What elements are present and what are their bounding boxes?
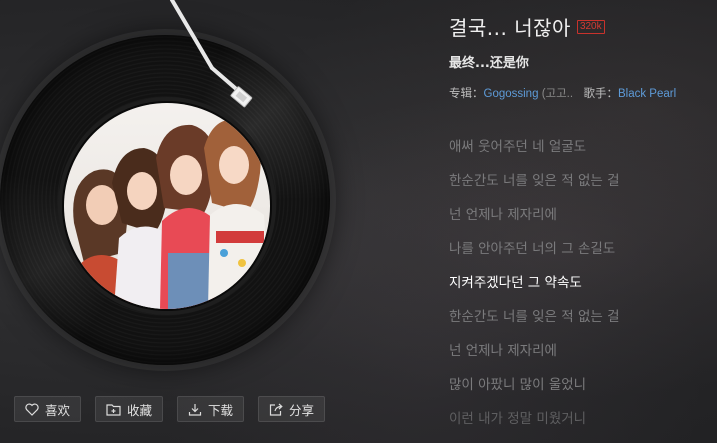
action-bar: 喜欢 收藏 下载 分享 bbox=[14, 396, 326, 422]
lyric-line: 한순간도 너를 잊은 적 없는 걸 bbox=[449, 173, 620, 189]
lyric-line: 한순간도 너를 잊은 적 없는 걸 bbox=[449, 309, 620, 325]
artist-label: 歌手： bbox=[583, 88, 618, 100]
download-button[interactable]: 下载 bbox=[177, 396, 245, 422]
folder-plus-icon bbox=[106, 403, 121, 416]
share-button[interactable]: 分享 bbox=[258, 396, 326, 422]
download-icon bbox=[188, 403, 202, 416]
share-label: 分享 bbox=[289, 402, 315, 418]
album-label: 专辑： bbox=[449, 88, 484, 100]
lyrics-list: 애써 웃어주던 네 얼굴도 한순간도 너를 잊은 적 없는 걸 넌 언제나 제자… bbox=[449, 135, 620, 441]
lyric-line-active: 지켜주겠다던 그 약속도 bbox=[449, 275, 582, 291]
collect-button[interactable]: 收藏 bbox=[95, 396, 164, 422]
song-meta: 专辑：Gogossing (고고.. 歌手：Black Pearl bbox=[449, 85, 676, 101]
heart-icon bbox=[25, 402, 39, 416]
lyric-line: 이런 내가 정말 미웠거니 bbox=[449, 411, 587, 427]
quality-badge: 320k bbox=[576, 19, 605, 34]
lyric-line: 많이 아팠니 많이 울었니 bbox=[449, 377, 587, 393]
song-title: 결국... 너잖아 bbox=[449, 16, 571, 40]
album-link[interactable]: Gogossing bbox=[484, 88, 539, 100]
like-label: 喜欢 bbox=[45, 402, 71, 418]
tonearm bbox=[170, 0, 253, 108]
lyric-line: 애써 웃어주던 네 얼굴도 bbox=[449, 139, 587, 155]
collect-label: 收藏 bbox=[127, 402, 153, 418]
lyric-line: 넌 언제나 제자리에 bbox=[449, 207, 557, 223]
song-title-row: 결국... 너잖아 320k bbox=[449, 12, 605, 41]
like-button[interactable]: 喜欢 bbox=[14, 396, 82, 422]
album-extra: (고고.. bbox=[541, 88, 574, 100]
album-cover bbox=[62, 101, 272, 311]
artist-link[interactable]: Black Pearl bbox=[618, 88, 676, 100]
song-subtitle: 最终...还是你 bbox=[449, 56, 529, 71]
download-label: 下载 bbox=[208, 402, 234, 418]
lyric-line: 나를 안아주던 너의 그 손길도 bbox=[449, 241, 616, 257]
lyric-line: 넌 언제나 제자리에 bbox=[449, 343, 557, 359]
share-icon bbox=[269, 403, 283, 416]
